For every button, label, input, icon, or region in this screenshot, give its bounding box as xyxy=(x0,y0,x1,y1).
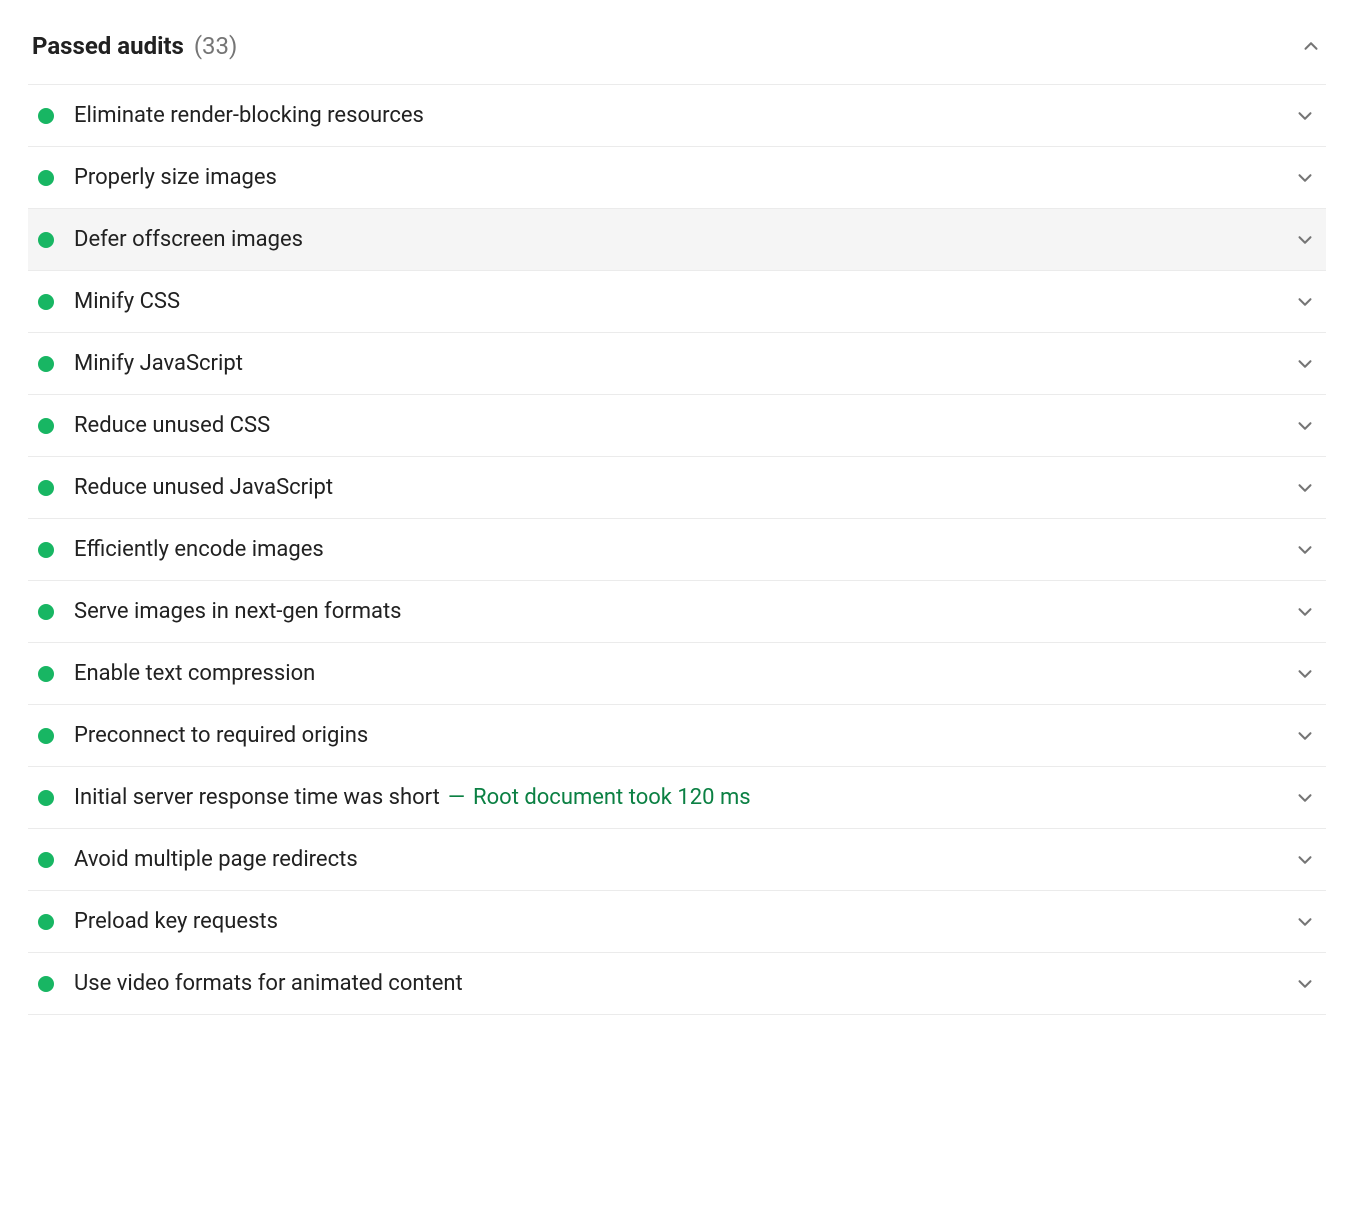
audit-detail-dash: — xyxy=(448,785,465,810)
audit-label-text: Minify CSS xyxy=(74,289,180,314)
pass-status-icon xyxy=(38,852,54,868)
section-count: (33) xyxy=(194,32,238,60)
pass-status-icon xyxy=(38,170,54,186)
pass-status-icon xyxy=(38,790,54,806)
audit-row[interactable]: Preload key requests xyxy=(28,891,1326,953)
audit-detail-text: Root document took 120 ms xyxy=(473,785,751,810)
pass-status-icon xyxy=(38,232,54,248)
audit-row[interactable]: Preconnect to required origins xyxy=(28,705,1326,767)
audit-label-text: Preload key requests xyxy=(74,909,278,934)
audit-row[interactable]: Properly size images xyxy=(28,147,1326,209)
audit-row[interactable]: Reduce unused CSS xyxy=(28,395,1326,457)
audit-row[interactable]: Defer offscreen images xyxy=(28,209,1326,271)
audit-label-text: Reduce unused CSS xyxy=(74,413,270,438)
audit-row[interactable]: Avoid multiple page redirects xyxy=(28,829,1326,891)
passed-audits-header[interactable]: Passed audits (33) xyxy=(28,24,1326,84)
audit-list: Eliminate render-blocking resources Prope… xyxy=(28,84,1326,1015)
pass-status-icon xyxy=(38,604,54,620)
audit-label: Use video formats for animated content xyxy=(74,971,1294,996)
audit-label: Minify CSS xyxy=(74,289,1294,314)
audit-label: Serve images in next-gen formats xyxy=(74,599,1294,624)
audit-row[interactable]: Use video formats for animated content xyxy=(28,953,1326,1015)
audit-label-text: Reduce unused JavaScript xyxy=(74,475,333,500)
audit-label-text: Efficiently encode images xyxy=(74,537,324,562)
audit-label: Reduce unused CSS xyxy=(74,413,1294,438)
audit-label: Eliminate render-blocking resources xyxy=(74,103,1294,128)
pass-status-icon xyxy=(38,418,54,434)
audit-label-text: Avoid multiple page redirects xyxy=(74,847,358,872)
audit-label-text: Use video formats for animated content xyxy=(74,971,463,996)
chevron-down-icon xyxy=(1294,911,1316,933)
audit-label: Initial server response time was short — R… xyxy=(74,785,1294,810)
audit-row[interactable]: Serve images in next-gen formats xyxy=(28,581,1326,643)
pass-status-icon xyxy=(38,480,54,496)
chevron-down-icon xyxy=(1294,229,1316,251)
chevron-up-icon xyxy=(1300,35,1322,57)
audit-label: Preload key requests xyxy=(74,909,1294,934)
audit-label-text: Defer offscreen images xyxy=(74,227,303,252)
audit-label: Preconnect to required origins xyxy=(74,723,1294,748)
audit-label-text: Enable text compression xyxy=(74,661,315,686)
chevron-down-icon xyxy=(1294,663,1316,685)
audit-label: Minify JavaScript xyxy=(74,351,1294,376)
audit-row[interactable]: Enable text compression xyxy=(28,643,1326,705)
audit-label-text: Properly size images xyxy=(74,165,277,190)
audit-label: Enable text compression xyxy=(74,661,1294,686)
pass-status-icon xyxy=(38,542,54,558)
chevron-down-icon xyxy=(1294,353,1316,375)
chevron-down-icon xyxy=(1294,787,1316,809)
pass-status-icon xyxy=(38,356,54,372)
pass-status-icon xyxy=(38,976,54,992)
audit-label: Efficiently encode images xyxy=(74,537,1294,562)
pass-status-icon xyxy=(38,108,54,124)
audit-label: Properly size images xyxy=(74,165,1294,190)
audit-label: Defer offscreen images xyxy=(74,227,1294,252)
audit-label-text: Serve images in next-gen formats xyxy=(74,599,402,624)
chevron-down-icon xyxy=(1294,973,1316,995)
audit-row[interactable]: Minify JavaScript xyxy=(28,333,1326,395)
pass-status-icon xyxy=(38,914,54,930)
audit-label-text: Eliminate render-blocking resources xyxy=(74,103,424,128)
chevron-down-icon xyxy=(1294,849,1316,871)
chevron-down-icon xyxy=(1294,291,1316,313)
audit-row[interactable]: Reduce unused JavaScript xyxy=(28,457,1326,519)
section-title-wrap: Passed audits (33) xyxy=(32,32,237,60)
pass-status-icon xyxy=(38,294,54,310)
audit-label-text: Preconnect to required origins xyxy=(74,723,368,748)
pass-status-icon xyxy=(38,666,54,682)
chevron-down-icon xyxy=(1294,477,1316,499)
audit-label-text: Minify JavaScript xyxy=(74,351,243,376)
pass-status-icon xyxy=(38,728,54,744)
chevron-down-icon xyxy=(1294,415,1316,437)
audit-row[interactable]: Initial server response time was short — R… xyxy=(28,767,1326,829)
audit-label: Reduce unused JavaScript xyxy=(74,475,1294,500)
audit-label: Avoid multiple page redirects xyxy=(74,847,1294,872)
audit-row[interactable]: Minify CSS xyxy=(28,271,1326,333)
audit-row[interactable]: Efficiently encode images xyxy=(28,519,1326,581)
audit-row[interactable]: Eliminate render-blocking resources xyxy=(28,85,1326,147)
chevron-down-icon xyxy=(1294,167,1316,189)
chevron-down-icon xyxy=(1294,725,1316,747)
section-title: Passed audits xyxy=(32,32,184,60)
audit-label-text: Initial server response time was short xyxy=(74,785,440,810)
chevron-down-icon xyxy=(1294,105,1316,127)
chevron-down-icon xyxy=(1294,539,1316,561)
chevron-down-icon xyxy=(1294,601,1316,623)
